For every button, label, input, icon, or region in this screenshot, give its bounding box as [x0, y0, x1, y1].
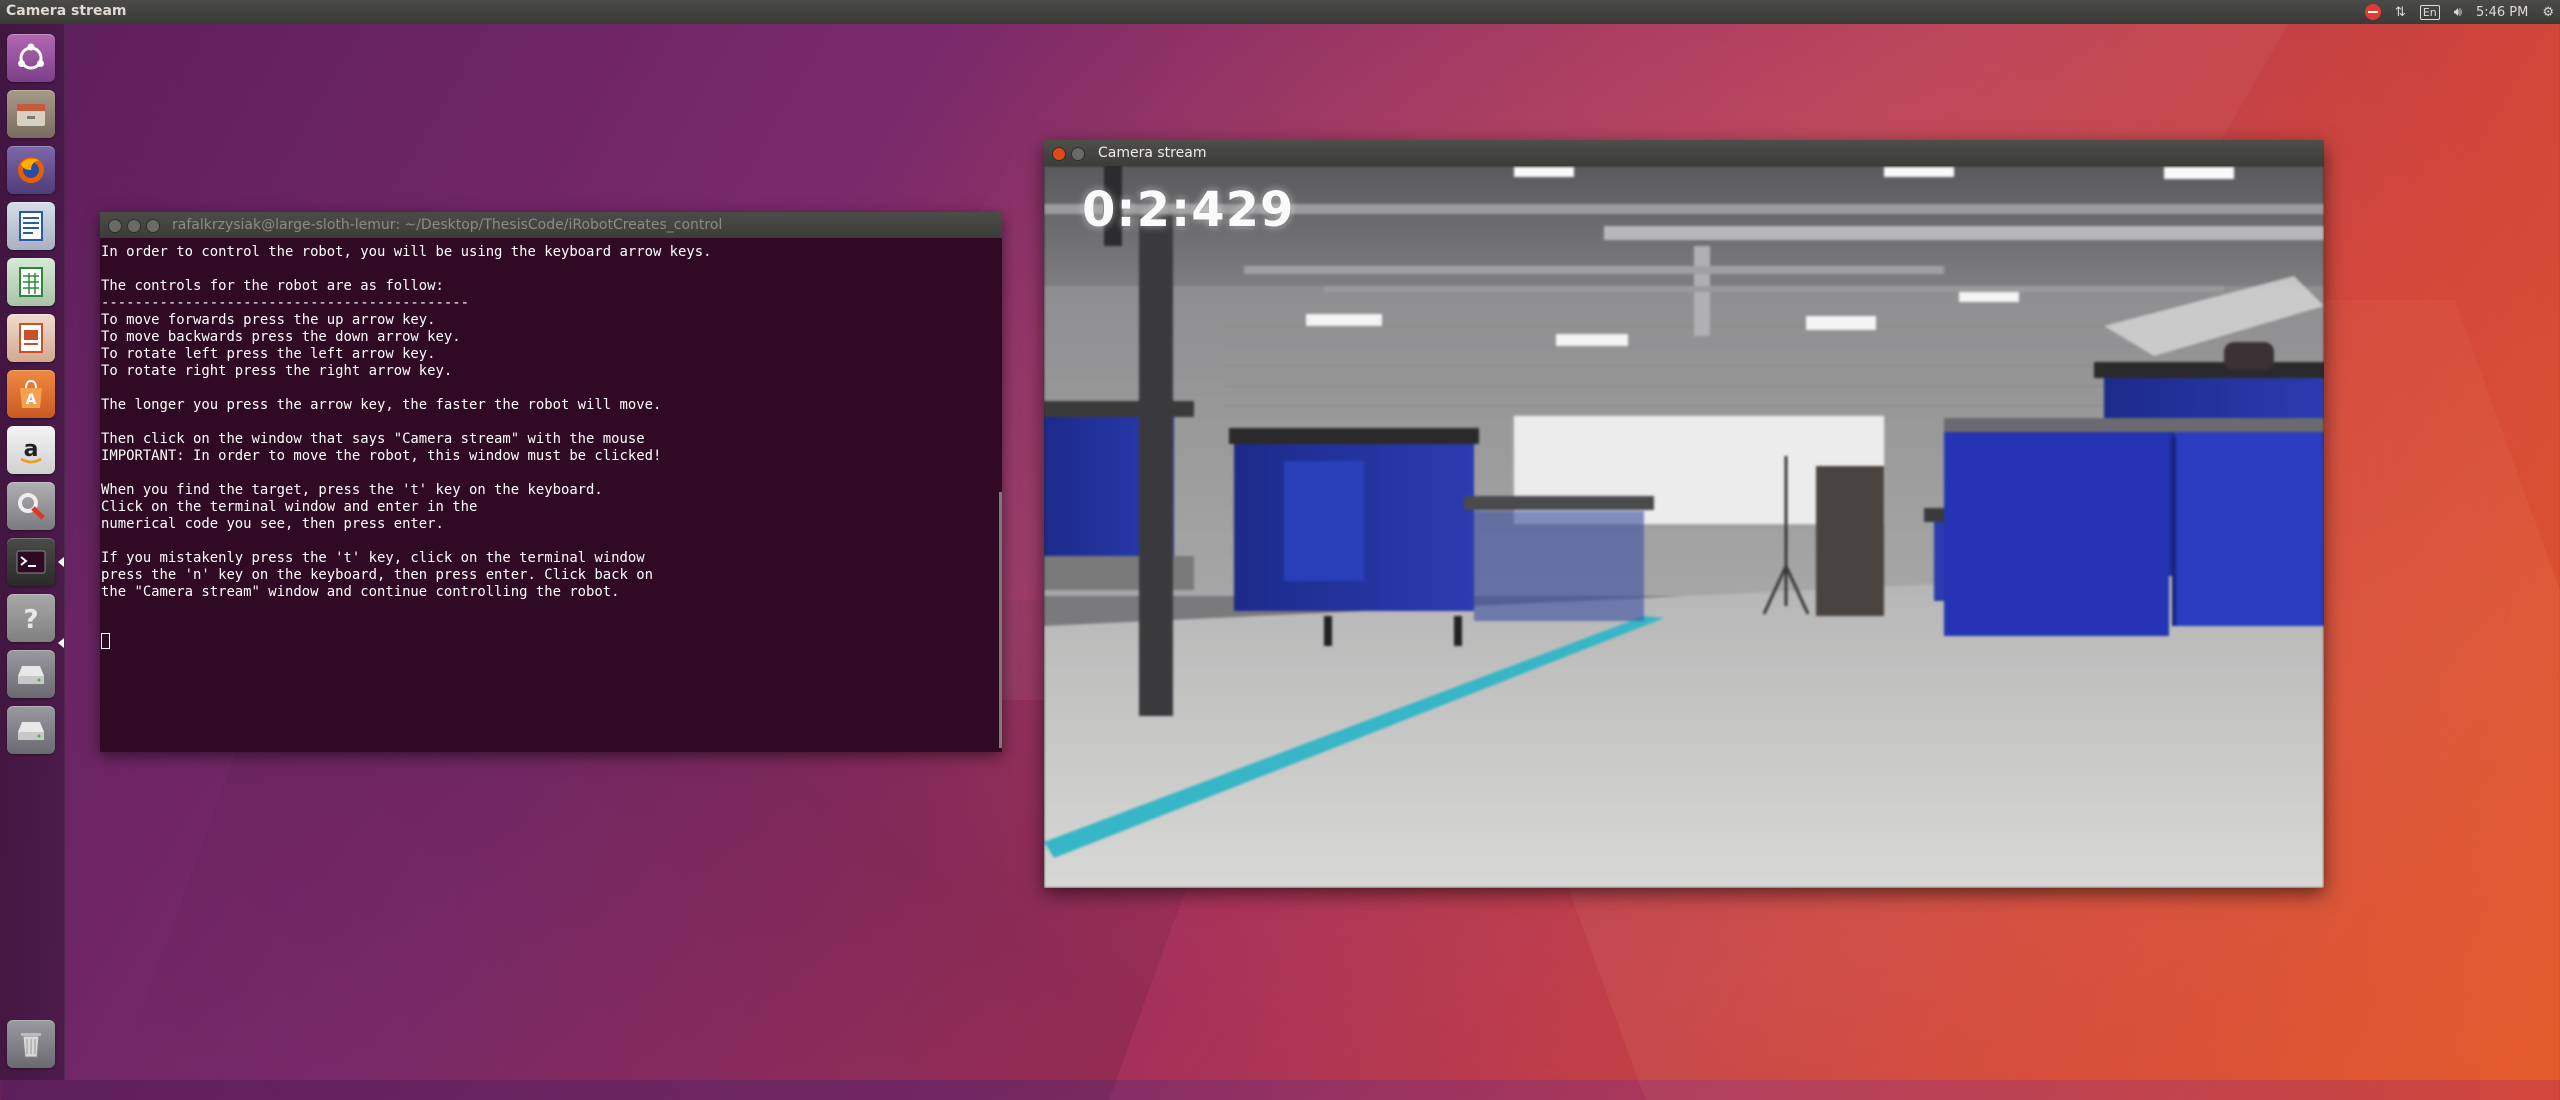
minimize-icon[interactable] [127, 219, 141, 233]
calc-icon[interactable] [7, 258, 55, 306]
clock[interactable]: 5:46 PM [2476, 5, 2528, 20]
timer-overlay: 0:2:429 [1082, 182, 1295, 238]
drive-icon[interactable] [7, 706, 55, 754]
svg-text:A: A [26, 392, 37, 408]
camera-title: Camera stream [1098, 145, 1207, 161]
camera-stream-window[interactable]: Camera stream 0:2:429 [1044, 140, 2324, 888]
camera-titlebar[interactable]: Camera stream [1044, 140, 2324, 166]
terminal-titlebar[interactable]: rafalkrzysiak@large-sloth-lemur: ~/Deskt… [100, 212, 1002, 238]
system-tray: ⇅ En 🔊︎ 5:46 PM ⚙ [2364, 0, 2554, 24]
terminal-icon[interactable] [7, 538, 55, 586]
terminal-scrollbar[interactable] [999, 492, 1002, 748]
svg-text:?: ? [23, 605, 38, 635]
impress-icon[interactable] [7, 314, 55, 362]
dash-icon[interactable] [7, 34, 55, 82]
amazon-icon[interactable]: a [7, 426, 55, 474]
close-icon[interactable] [1052, 147, 1066, 161]
launcher-active-indicator [58, 638, 64, 648]
maximize-icon[interactable] [146, 219, 160, 233]
keyboard-layout-indicator[interactable]: En [2419, 4, 2440, 20]
minimize-icon[interactable] [1071, 147, 1085, 161]
terminal-window[interactable]: rafalkrzysiak@large-sloth-lemur: ~/Deskt… [100, 212, 1002, 752]
camera-feed[interactable]: 0:2:429 [1044, 166, 2324, 888]
active-app-title: Camera stream [6, 3, 127, 19]
volume-icon[interactable]: 🔊︎ [2454, 5, 2462, 20]
drive-icon[interactable] [7, 650, 55, 698]
network-disconnected-icon[interactable] [2364, 4, 2381, 20]
close-icon[interactable] [108, 219, 122, 233]
writer-icon[interactable] [7, 202, 55, 250]
system-settings-icon[interactable] [7, 482, 55, 530]
trash-icon[interactable] [7, 1020, 55, 1068]
launcher-active-indicator [58, 557, 64, 567]
files-icon[interactable] [7, 90, 55, 138]
firefox-icon[interactable] [7, 146, 55, 194]
top-panel: Camera stream ⇅ En 🔊︎ 5:46 PM ⚙ [0, 0, 2560, 24]
svg-text:a: a [24, 437, 39, 462]
help-icon[interactable]: ? [7, 594, 55, 642]
camera-image [1044, 166, 2324, 888]
launcher: A a ? [0, 24, 65, 1080]
terminal-cursor [101, 630, 110, 649]
gear-icon[interactable]: ⚙ [2542, 5, 2554, 20]
terminal-title: rafalkrzysiak@large-sloth-lemur: ~/Deskt… [172, 217, 723, 233]
transfer-arrows-icon[interactable]: ⇅ [2395, 5, 2406, 20]
terminal-output[interactable]: In order to control the robot, you will … [100, 238, 1002, 601]
software-center-icon[interactable]: A [7, 370, 55, 418]
